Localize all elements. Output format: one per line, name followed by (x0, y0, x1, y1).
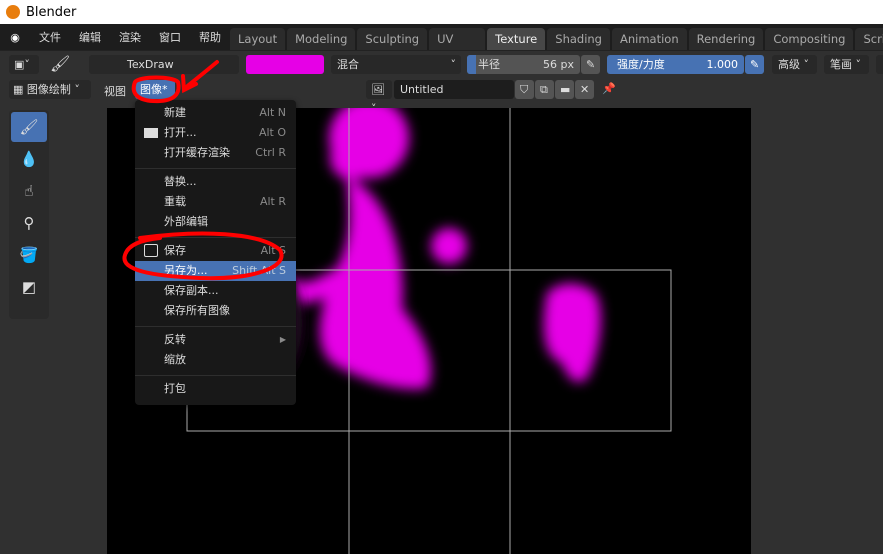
tool-header: ▣˅ 🖌 TexDraw 混合 ˅ 半径 56 px ✎ 强度/力度 1.000 ✎ … (0, 50, 883, 77)
tab-rendering[interactable]: Rendering (688, 28, 764, 50)
mode-select[interactable]: ▦ 图像绘制 ˅ (9, 80, 91, 99)
stroke-label: 笔画 (830, 58, 852, 71)
menu-item-replace[interactable]: 替换... (135, 172, 296, 192)
soften-tool-icon[interactable]: 💧 (11, 144, 47, 174)
more-dropdown[interactable] (876, 55, 883, 74)
blend-mode-label: 混合 (337, 58, 359, 71)
tab-layout[interactable]: Layout (230, 28, 286, 50)
menu-edit[interactable]: 编辑 (70, 29, 110, 45)
image-browse-icon[interactable]: 🖼˅ (366, 80, 392, 115)
stroke-dropdown[interactable]: 笔画 ˅ (824, 55, 869, 74)
mask-tool-icon[interactable]: ◩ (11, 272, 47, 302)
window-titlebar: Blender (0, 0, 883, 24)
menu-item-pack[interactable]: 打包 (135, 379, 296, 399)
clone-tool-icon[interactable]: ⚲ (11, 208, 47, 238)
menu-view[interactable]: 视图 (104, 83, 126, 99)
menu-item-resize[interactable]: 缩放 (135, 350, 296, 370)
menu-item-save-as[interactable]: 另存为... Shift Alt S (135, 261, 296, 281)
open-folder-icon[interactable]: ▬ (555, 80, 574, 99)
menu-image[interactable]: 图像* (135, 80, 175, 99)
mode-label: 图像绘制 (26, 83, 71, 96)
advanced-label: 高级 (778, 58, 800, 71)
folder-icon (144, 128, 158, 138)
menu-item-reload[interactable]: 重载 Alt R (135, 192, 296, 212)
menu-item-open-cached-render[interactable]: 打开缓存渲染 Ctrl R (135, 143, 296, 163)
radius-label: 半径 (478, 58, 500, 71)
menu-help[interactable]: 帮助 (190, 29, 230, 45)
tab-animation[interactable]: Animation (611, 28, 687, 50)
paint-strokes (277, 108, 601, 389)
menu-item-edit-externally[interactable]: 外部编辑 (135, 212, 296, 232)
blend-mode-select[interactable]: 混合 ˅ (331, 55, 461, 74)
strength-pressure-icon[interactable]: ✎ (745, 55, 764, 74)
editor-header: ▦ 图像绘制 ˅ 视图 图像* 🖼˅ Untitled ⛉ ⧉ ▬ ✕ 📌 (0, 77, 883, 115)
new-image-icon[interactable]: ⧉ (535, 80, 554, 99)
menu-item-invert[interactable]: 反转 ▶ (135, 330, 296, 350)
strength-label: 强度/力度 (617, 58, 665, 71)
advanced-dropdown[interactable]: 高级 ˅ (772, 55, 817, 74)
image-name-field[interactable]: Untitled (394, 80, 514, 99)
draw-brush-tool-icon[interactable]: 🖌 (11, 112, 47, 142)
strength-value: 1.000 (706, 58, 739, 71)
menu-item-new[interactable]: 新建 Alt N (135, 103, 296, 123)
tab-uv-editing[interactable]: UV Editing (429, 28, 486, 68)
tab-scripting[interactable]: Scri (855, 28, 883, 50)
fill-tool-icon[interactable]: 🪣 (11, 240, 47, 270)
tab-texture-paint[interactable]: Texture Paint (487, 28, 546, 68)
menu-item-open[interactable]: 打开... Alt O (135, 123, 296, 143)
menu-item-save-copy[interactable]: 保存副本... (135, 281, 296, 301)
unlink-close-icon[interactable]: ✕ (575, 80, 594, 99)
blender-menu-icon[interactable]: ◉ (0, 31, 30, 44)
save-icon (144, 244, 158, 257)
color-swatch[interactable] (246, 55, 324, 74)
pin-icon[interactable]: 📌 (602, 82, 616, 95)
radius-slider[interactable]: 半径 56 px (467, 55, 580, 74)
menu-window[interactable]: 窗口 (150, 29, 190, 45)
menu-file[interactable]: 文件 (30, 29, 70, 45)
tab-sculpting[interactable]: Sculpting (357, 28, 428, 50)
tab-compositing[interactable]: Compositing (765, 28, 854, 50)
radius-pressure-icon[interactable]: ✎ (581, 55, 600, 74)
strength-slider[interactable]: 强度/力度 1.000 (607, 55, 744, 74)
brush-name-field[interactable]: TexDraw (89, 55, 239, 74)
toolbar-left: 🖌 💧 ☝ ⚲ 🪣 ◩ (9, 110, 49, 319)
tab-modeling[interactable]: Modeling (287, 28, 356, 50)
radius-value: 56 px (543, 58, 574, 71)
image-menu-dropdown: 新建 Alt N 打开... Alt O 打开缓存渲染 Ctrl R 替换... 重载… (135, 100, 296, 405)
editor-type-icon[interactable]: ▣˅ (9, 55, 39, 74)
tab-shading[interactable]: Shading (547, 28, 610, 50)
checker-icon: ▦ (13, 83, 27, 96)
blender-logo-icon (6, 5, 20, 19)
menu-render[interactable]: 渲染 (110, 29, 150, 45)
fake-user-shield-icon[interactable]: ⛉ (515, 80, 534, 99)
menu-item-save[interactable]: 保存 Alt S (135, 241, 296, 261)
submenu-arrow-icon: ▶ (279, 335, 286, 344)
window-title: Blender (26, 4, 77, 20)
smear-tool-icon[interactable]: ☝ (11, 176, 47, 206)
brush-icon: 🖌 (50, 54, 71, 73)
menu-item-save-all-images[interactable]: 保存所有图像 (135, 301, 296, 321)
workspace-tabs: Layout Modeling Sculpting UV Editing Tex… (230, 28, 883, 68)
